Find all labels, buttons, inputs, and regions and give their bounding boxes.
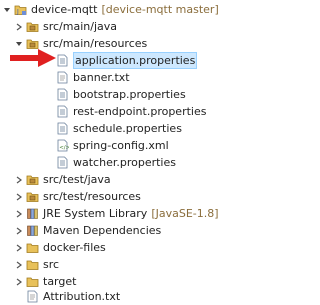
tree-item-label: spring-config.xml <box>73 139 169 152</box>
package-folder-icon <box>26 190 39 203</box>
folder-icon <box>26 241 39 254</box>
tree-item-bootstrap-properties[interactable]: bootstrap.properties <box>56 86 186 103</box>
properties-file-icon <box>56 105 69 118</box>
chevron-right-icon[interactable] <box>14 226 23 236</box>
tree-item-jre-system-library[interactable]: JRE System Library [JavaSE-1.8] <box>14 205 219 222</box>
tree-item-maven-dependencies[interactable]: Maven Dependencies <box>14 222 161 239</box>
tree-item-application-properties[interactable]: application.properties <box>56 52 198 69</box>
chevron-right-icon[interactable] <box>14 175 23 185</box>
project-explorer-tree: J device-mqtt [device-mqtt master] src/m… <box>0 0 230 303</box>
chevron-right-icon[interactable] <box>14 277 23 287</box>
text-file-icon <box>26 290 39 303</box>
tree-item-label: JRE System Library <box>43 207 148 220</box>
package-folder-icon <box>26 20 39 33</box>
project-git-branch: [device-mqtt master] <box>101 3 219 16</box>
tree-item-label: Maven Dependencies <box>43 224 162 237</box>
tree-item-label: bootstrap.properties <box>73 88 186 101</box>
folder-icon <box>26 258 39 271</box>
tree-item-src-test-java[interactable]: src/test/java <box>14 171 111 188</box>
chevron-down-icon[interactable] <box>14 39 23 49</box>
tree-item-spring-config-xml[interactable]: </> spring-config.xml <box>56 137 169 154</box>
tree-item-label: watcher.properties <box>73 156 176 169</box>
tree-item-watcher-properties[interactable]: watcher.properties <box>56 154 176 171</box>
properties-file-icon <box>56 156 69 169</box>
text-file-icon <box>56 71 69 84</box>
project-name: device-mqtt <box>31 3 98 16</box>
tree-item-banner-txt[interactable]: banner.txt <box>56 69 130 86</box>
red-arrow-annotation <box>10 49 56 67</box>
tree-item-schedule-properties[interactable]: schedule.properties <box>56 120 182 137</box>
chevron-right-icon[interactable] <box>14 22 23 32</box>
tree-item-label: banner.txt <box>73 71 130 84</box>
tree-item-docker-files[interactable]: docker-files <box>14 239 106 256</box>
tree-item-src[interactable]: src <box>14 256 59 273</box>
tree-item-src-test-resources[interactable]: src/test/resources <box>14 188 141 205</box>
tree-item-label: application.properties <box>73 52 198 69</box>
tree-item-label: Attribution.txt <box>43 290 121 303</box>
tree-item-label: src/test/resources <box>43 190 141 203</box>
svg-text:</>: </> <box>59 145 69 151</box>
project-icon: J <box>14 3 27 16</box>
jre-version-decoration: [JavaSE-1.8] <box>151 207 219 220</box>
folder-icon <box>26 275 39 288</box>
library-icon <box>26 224 39 237</box>
tree-item-project[interactable]: J device-mqtt [device-mqtt master] <box>2 1 219 18</box>
tree-item-label: src/main/resources <box>43 37 148 50</box>
properties-file-icon <box>56 122 69 135</box>
package-folder-icon <box>26 173 39 186</box>
properties-file-icon <box>56 88 69 101</box>
tree-item-label: src/main/java <box>43 20 118 33</box>
tree-item-label: rest-endpoint.properties <box>73 105 207 118</box>
tree-item-src-main-java[interactable]: src/main/java <box>14 18 117 35</box>
chevron-right-icon[interactable] <box>14 260 23 270</box>
chevron-down-icon[interactable] <box>2 5 11 15</box>
tree-item-rest-endpoint-properties[interactable]: rest-endpoint.properties <box>56 103 206 120</box>
tree-item-label: schedule.properties <box>73 122 182 135</box>
xml-file-icon: </> <box>56 139 69 152</box>
chevron-right-icon[interactable] <box>14 209 23 219</box>
tree-item-label: docker-files <box>43 241 106 254</box>
tree-item-attribution-txt[interactable]: Attribution.txt <box>26 288 120 305</box>
library-icon <box>26 207 39 220</box>
chevron-right-icon[interactable] <box>14 243 23 253</box>
tree-item-label: src/test/java <box>43 173 111 186</box>
chevron-right-icon[interactable] <box>14 192 23 202</box>
tree-item-label: src <box>43 258 60 271</box>
svg-text:J: J <box>16 9 19 16</box>
